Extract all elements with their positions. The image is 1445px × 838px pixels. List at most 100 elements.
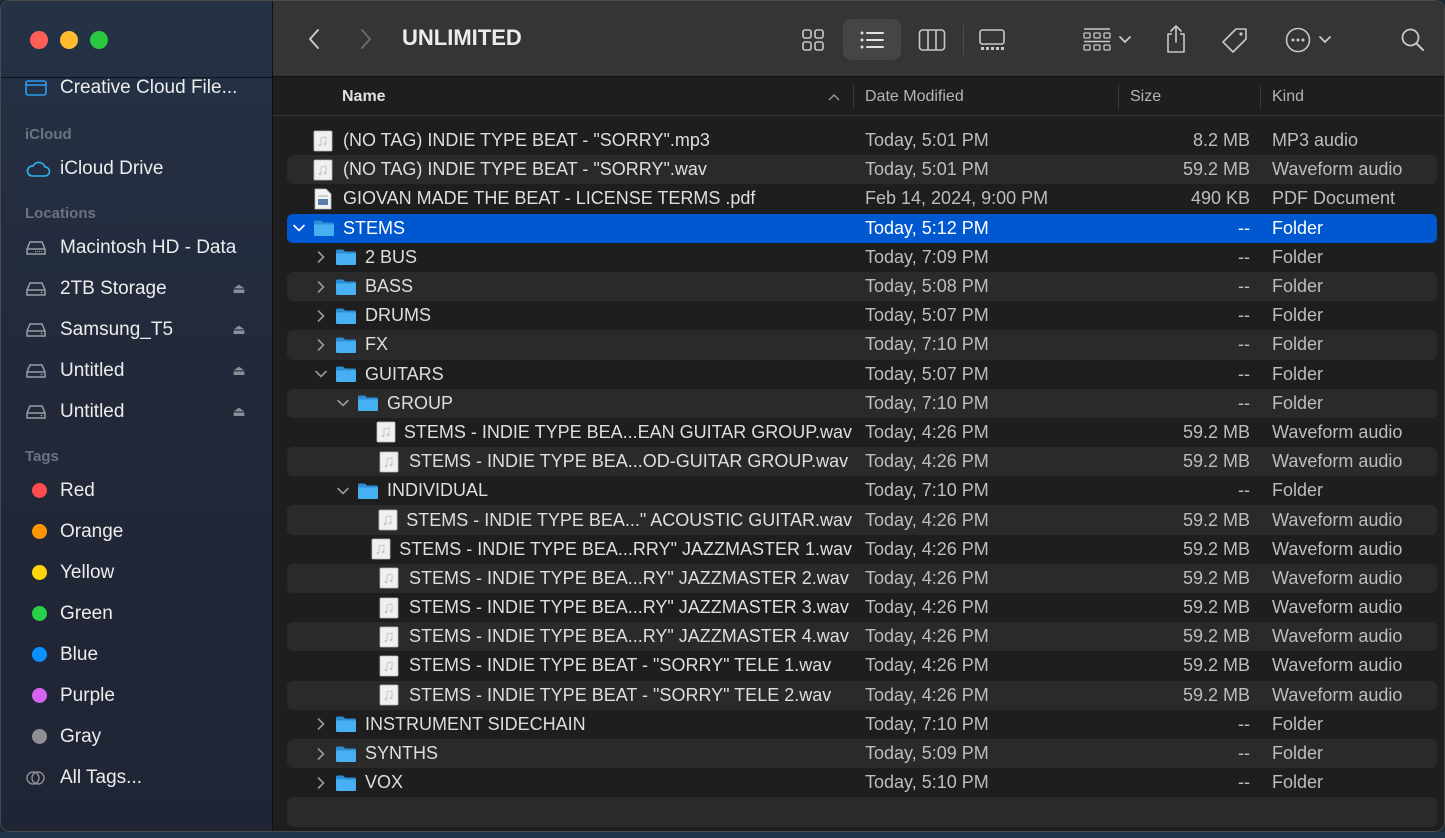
more-actions-button[interactable] xyxy=(1279,21,1337,59)
disclosure-collapsed-icon[interactable] xyxy=(313,308,329,324)
file-size: 490 KB xyxy=(1190,188,1250,209)
sidebar-item-icloud-drive[interactable]: iCloud Drive xyxy=(1,148,273,189)
sidebar-item-creative-cloud[interactable]: Creative Cloud File... xyxy=(1,67,273,108)
folder-row[interactable]: VOX Today, 5:10 PM -- Folder xyxy=(287,768,1437,797)
disclosure-expanded-icon[interactable] xyxy=(291,220,307,236)
disclosure-collapsed-icon[interactable] xyxy=(313,279,329,295)
folder-row[interactable]: INSTRUMENT SIDECHAIN Today, 7:10 PM -- Fold… xyxy=(287,710,1437,739)
close-window-button[interactable] xyxy=(30,31,48,49)
sidebar-item-tag-orange[interactable]: Orange xyxy=(1,511,273,552)
file-row[interactable]: STEMS - INDIE TYPE BEA...RY" JAZZMASTER … xyxy=(287,622,1437,652)
back-button[interactable] xyxy=(301,25,327,53)
file-row[interactable]: STEMS - INDIE TYPE BEAT - "SORRY" TELE 2… xyxy=(287,680,1437,710)
tag-color-dot xyxy=(32,729,47,744)
disclosure-expanded-icon[interactable] xyxy=(335,483,351,499)
zoom-window-button[interactable] xyxy=(90,31,108,49)
file-name: STEMS - INDIE TYPE BEA...RY" JAZZMASTER … xyxy=(409,597,849,618)
column-header-kind[interactable]: Kind xyxy=(1272,78,1304,116)
folder-row[interactable]: FX Today, 7:10 PM -- Folder xyxy=(287,330,1437,360)
tag-color-dot xyxy=(32,565,47,580)
sidebar-item-tag-green[interactable]: Green xyxy=(1,593,273,634)
name-cell: STEMS - INDIE TYPE BEA...OD-GUITAR GROUP… xyxy=(287,447,852,476)
file-size: -- xyxy=(1238,334,1250,355)
folder-row[interactable]: SYNTHS Today, 5:09 PM -- Folder xyxy=(287,738,1437,769)
file-row[interactable]: STEMS - INDIE TYPE BEA..." ACOUSTIC GUIT… xyxy=(287,505,1437,535)
file-size: 59.2 MB xyxy=(1182,684,1250,705)
date-modified: Today, 4:26 PM xyxy=(865,597,989,618)
file-row[interactable]: STEMS - INDIE TYPE BEA...RY" JAZZMASTER … xyxy=(287,593,1437,622)
sidebar-item-all-tags[interactable]: All Tags... xyxy=(1,757,273,798)
icon-view-button[interactable] xyxy=(793,21,833,59)
sidebar-item-untitled-1[interactable]: Untitled ⏏ xyxy=(1,350,273,391)
file-row[interactable]: STEMS - INDIE TYPE BEAT - "SORRY" TELE 1… xyxy=(287,651,1437,680)
disclosure-collapsed-icon[interactable] xyxy=(313,775,329,791)
sidebar-item-2tb-storage[interactable]: 2TB Storage ⏏ xyxy=(1,268,273,309)
column-header-size[interactable]: Size xyxy=(1130,78,1161,116)
file-row[interactable]: GIOVAN MADE THE BEAT - LICENSE TERMS .pd… xyxy=(287,184,1437,213)
eject-icon[interactable]: ⏏ xyxy=(231,321,247,338)
eject-icon[interactable]: ⏏ xyxy=(231,403,247,420)
column-separator[interactable] xyxy=(1118,85,1119,109)
sidebar-item-macintosh-hd[interactable]: Macintosh HD - Data xyxy=(1,227,273,268)
column-header-name[interactable]: Name xyxy=(342,78,386,116)
minimize-window-button[interactable] xyxy=(60,31,78,49)
file-row[interactable]: (NO TAG) INDIE TYPE BEAT - "SORRY".mp3 To… xyxy=(287,126,1437,155)
group-by-button[interactable] xyxy=(1077,21,1137,59)
disclosure-collapsed-icon[interactable] xyxy=(313,337,329,353)
sidebar-item-tag-purple[interactable]: Purple xyxy=(1,675,273,716)
file-row[interactable]: (NO TAG) INDIE TYPE BEAT - "SORRY".wav To… xyxy=(287,155,1437,185)
file-size: 59.2 MB xyxy=(1182,538,1250,559)
forward-button[interactable] xyxy=(353,25,379,53)
chevron-down-icon xyxy=(1119,36,1131,44)
date-modified: Today, 5:07 PM xyxy=(865,305,989,326)
column-view-button[interactable] xyxy=(911,21,953,59)
tag-button[interactable] xyxy=(1217,21,1253,59)
audio-file-icon xyxy=(313,159,335,181)
sidebar-item-tag-yellow[interactable]: Yellow xyxy=(1,552,273,593)
tag-color-dot xyxy=(32,606,47,621)
disclosure-expanded-icon[interactable] xyxy=(335,395,351,411)
sidebar-item-tag-blue[interactable]: Blue xyxy=(1,634,273,675)
sort-ascending-icon[interactable] xyxy=(828,78,840,116)
disclosure-collapsed-icon[interactable] xyxy=(313,746,329,762)
sidebar-item-label: Green xyxy=(60,602,113,624)
share-button[interactable] xyxy=(1159,19,1193,59)
folder-row[interactable]: GUITARS Today, 5:07 PM -- Folder xyxy=(287,360,1437,389)
tag-color-dot xyxy=(32,647,47,662)
column-header-date-modified[interactable]: Date Modified xyxy=(865,78,964,116)
folder-icon xyxy=(335,714,357,734)
sidebar-item-untitled-2[interactable]: Untitled ⏏ xyxy=(1,391,273,432)
name-cell: DRUMS xyxy=(287,301,852,330)
sidebar-item-samsung-t5[interactable]: Samsung_T5 ⏏ xyxy=(1,309,273,350)
folder-row[interactable]: 2 BUS Today, 7:09 PM -- Folder xyxy=(287,243,1437,272)
list-view-button[interactable] xyxy=(843,19,901,60)
file-row[interactable]: STEMS - INDIE TYPE BEA...EAN GUITAR GROU… xyxy=(287,418,1437,447)
file-kind: Waveform audio xyxy=(1272,509,1403,530)
folder-row[interactable]: DRUMS Today, 5:07 PM -- Folder xyxy=(287,301,1437,330)
folder-row[interactable]: STEMS Today, 5:12 PM -- Folder xyxy=(287,213,1437,243)
file-row[interactable]: STEMS - INDIE TYPE BEA...RY" JAZZMASTER … xyxy=(287,563,1437,593)
column-separator[interactable] xyxy=(1260,85,1261,109)
search-icon xyxy=(1401,28,1424,51)
folder-row[interactable]: GROUP Today, 7:10 PM -- Folder xyxy=(287,388,1437,418)
file-row[interactable]: STEMS - INDIE TYPE BEA...OD-GUITAR GROUP… xyxy=(287,447,1437,477)
file-kind: Folder xyxy=(1272,246,1324,267)
folder-row[interactable]: INDIVIDUAL Today, 7:10 PM -- Folder xyxy=(287,476,1437,505)
sidebar-item-tag-gray[interactable]: Gray xyxy=(1,716,273,757)
disclosure-collapsed-icon[interactable] xyxy=(313,716,329,732)
disclosure-expanded-icon[interactable] xyxy=(313,366,329,382)
file-row[interactable]: STEMS - INDIE TYPE BEA...RRY" JAZZMASTER… xyxy=(287,535,1437,564)
eject-icon[interactable]: ⏏ xyxy=(231,362,247,379)
folder-row[interactable]: BASS Today, 5:08 PM -- Folder xyxy=(287,271,1437,302)
file-size: 59.2 MB xyxy=(1182,421,1250,442)
gallery-view-button[interactable] xyxy=(971,21,1013,59)
file-name: STEMS - INDIE TYPE BEAT - "SORRY" TELE 2… xyxy=(409,684,832,705)
file-size: -- xyxy=(1238,392,1250,413)
search-button[interactable] xyxy=(1395,21,1431,59)
disclosure-collapsed-icon[interactable] xyxy=(313,249,329,265)
tag-color-dot xyxy=(32,483,47,498)
eject-icon[interactable]: ⏏ xyxy=(231,280,247,297)
sidebar-item-tag-red[interactable]: Red xyxy=(1,470,273,511)
column-separator[interactable] xyxy=(853,85,854,109)
